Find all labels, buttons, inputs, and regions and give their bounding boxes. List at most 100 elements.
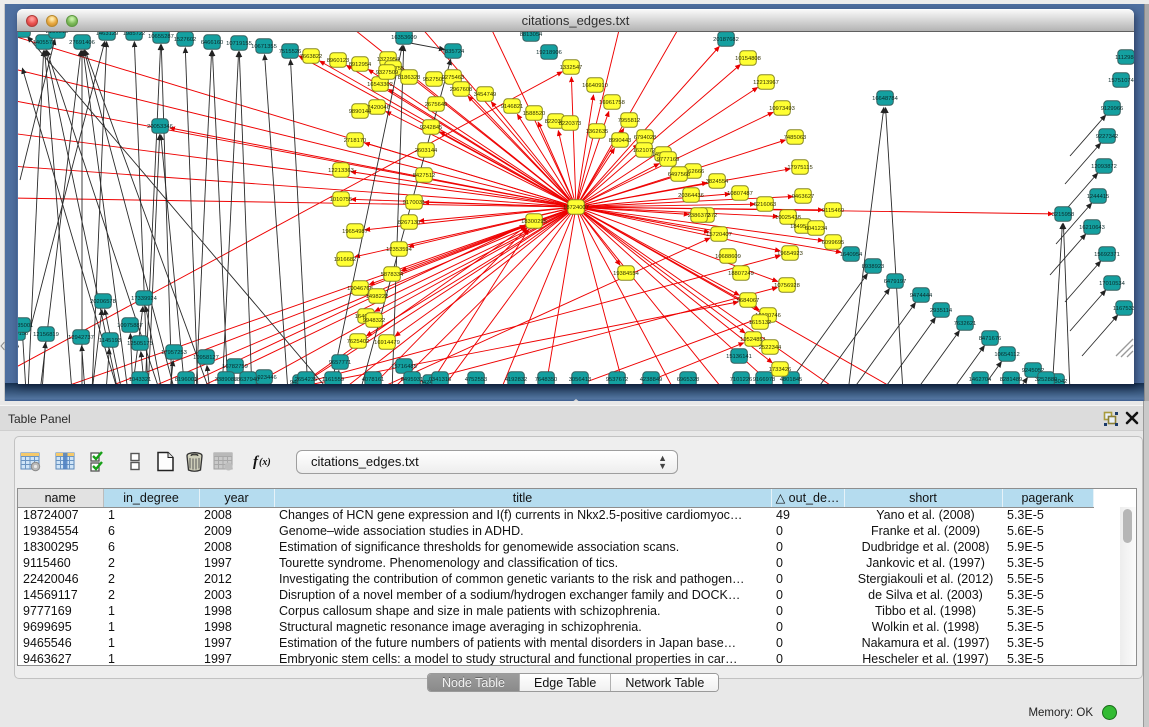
svg-text:1145193: 1145193 xyxy=(99,338,121,344)
svg-text:1405571: 1405571 xyxy=(18,32,33,34)
svg-text:8186328: 8186328 xyxy=(398,75,421,81)
svg-text:8220373: 8220373 xyxy=(559,121,582,127)
svg-text:3454749: 3454749 xyxy=(474,92,497,98)
svg-text:19654987: 19654987 xyxy=(342,229,368,235)
svg-text:1167533: 1167533 xyxy=(1113,306,1134,312)
svg-text:8495931: 8495931 xyxy=(401,377,424,383)
svg-text:20206578: 20206578 xyxy=(90,299,116,305)
svg-text:1535001: 1535001 xyxy=(18,323,33,329)
svg-text:9890144: 9890144 xyxy=(349,109,372,115)
svg-text:9275463: 9275463 xyxy=(442,75,465,81)
svg-text:16353609: 16353609 xyxy=(391,35,417,41)
svg-text:10688609: 10688609 xyxy=(715,254,741,260)
svg-text:9227342: 9227342 xyxy=(1096,134,1119,140)
svg-text:12353594: 12353594 xyxy=(386,247,413,253)
svg-text:10671355: 10671355 xyxy=(251,44,277,50)
svg-text:12093872: 12093872 xyxy=(1091,164,1117,170)
svg-text:16961758: 16961758 xyxy=(599,100,625,106)
svg-text:6965328: 6965328 xyxy=(677,377,700,383)
svg-text:2386372: 2386372 xyxy=(688,213,711,219)
svg-text:1463129: 1463129 xyxy=(96,32,119,37)
svg-text:15136141: 15136141 xyxy=(726,354,752,360)
svg-text:15751074: 15751074 xyxy=(1108,78,1134,84)
svg-text:18724007: 18724007 xyxy=(563,205,589,211)
svg-text:20364436: 20364436 xyxy=(678,193,704,199)
svg-text:4801845: 4801845 xyxy=(780,377,803,383)
svg-text:16782759: 16782759 xyxy=(222,364,248,370)
svg-text:6099695: 6099695 xyxy=(822,240,845,246)
svg-text:6466160: 6466160 xyxy=(201,40,224,46)
svg-text:10756928: 10756928 xyxy=(774,283,800,289)
svg-text:7625402: 7625402 xyxy=(347,339,370,345)
svg-text:8637940: 8637940 xyxy=(237,377,260,383)
svg-text:20053346: 20053346 xyxy=(147,124,173,130)
svg-text:1112984: 1112984 xyxy=(1115,55,1134,61)
svg-text:12213967: 12213967 xyxy=(753,80,779,86)
svg-text:1405571: 1405571 xyxy=(33,40,56,46)
svg-text:19654923: 19654923 xyxy=(777,251,803,257)
svg-text:1615132: 1615132 xyxy=(749,320,772,326)
svg-text:9948322: 9948322 xyxy=(363,318,386,324)
svg-text:8938923: 8938923 xyxy=(862,264,885,270)
svg-text:12213363: 12213363 xyxy=(328,168,354,174)
svg-text:7663822: 7663822 xyxy=(300,54,323,60)
svg-text:3215958: 3215958 xyxy=(1052,212,1075,218)
svg-text:1161559: 1161559 xyxy=(322,377,344,383)
svg-text:1916682: 1916682 xyxy=(334,257,357,263)
svg-text:1462704: 1462704 xyxy=(969,377,992,383)
svg-text:16914479: 16914479 xyxy=(374,340,400,346)
svg-text:6794028: 6794028 xyxy=(634,135,657,141)
svg-text:9474444: 9474444 xyxy=(910,293,933,299)
svg-text:17339924: 17339924 xyxy=(131,296,158,302)
svg-text:2654235: 2654235 xyxy=(295,377,318,383)
svg-text:5878334: 5878334 xyxy=(381,272,404,278)
svg-text:1010755: 1010755 xyxy=(330,197,353,203)
svg-text:1362635: 1362635 xyxy=(586,129,609,135)
svg-text:6216063: 6216063 xyxy=(754,202,777,208)
svg-text:1985722: 1985722 xyxy=(123,32,146,37)
svg-text:8912954: 8912954 xyxy=(349,62,372,68)
svg-text:9242845: 9242845 xyxy=(420,125,443,131)
svg-text:10719155: 10719155 xyxy=(226,41,252,47)
svg-text:8471676: 8471676 xyxy=(979,336,1002,342)
svg-text:6497568: 6497568 xyxy=(668,172,691,178)
svg-text:4078161: 4078161 xyxy=(362,377,385,383)
svg-text:16210643: 16210643 xyxy=(1079,225,1105,231)
svg-text:17957253: 17957253 xyxy=(161,350,187,356)
svg-text:7632621: 7632621 xyxy=(954,321,977,327)
svg-text:15692371: 15692371 xyxy=(1094,252,1120,258)
svg-text:12156819: 12156819 xyxy=(33,332,59,338)
svg-text:7955812: 7955812 xyxy=(618,118,641,124)
svg-text:1498222: 1498222 xyxy=(366,294,389,300)
svg-text:10958127: 10958127 xyxy=(193,355,219,361)
svg-text:7101226: 7101226 xyxy=(730,377,753,383)
svg-text:9777169: 9777169 xyxy=(657,157,680,163)
svg-text:3824554: 3824554 xyxy=(706,179,729,185)
svg-text:9657771: 9657771 xyxy=(329,360,352,366)
svg-text:9166978: 9166978 xyxy=(753,377,776,383)
svg-text:12942737: 12942737 xyxy=(68,335,94,341)
svg-text:16543362: 16543362 xyxy=(367,82,393,88)
svg-text:15716485: 15716485 xyxy=(391,364,417,370)
svg-text:18807249: 18807249 xyxy=(728,271,754,277)
svg-text:8267130: 8267130 xyxy=(398,220,421,226)
svg-text:2967608: 2967608 xyxy=(450,87,473,93)
svg-text:9170031: 9170031 xyxy=(403,200,426,206)
svg-text:10154808: 10154808 xyxy=(735,56,761,62)
svg-text:15720407: 15720407 xyxy=(706,232,732,238)
svg-text:2522344: 2522344 xyxy=(759,345,782,351)
svg-text:10975887: 10975887 xyxy=(117,323,143,329)
svg-text:8281489: 8281489 xyxy=(1000,377,1023,383)
svg-text:9115460: 9115460 xyxy=(822,208,844,214)
svg-text:8427512: 8427512 xyxy=(413,173,436,179)
svg-text:1043321: 1043321 xyxy=(129,377,152,383)
svg-text:1244415: 1244415 xyxy=(1087,194,1110,200)
svg-text:10655287: 10655287 xyxy=(148,34,174,40)
svg-text:9463627: 9463627 xyxy=(792,194,815,200)
svg-text:8960123: 8960123 xyxy=(327,58,350,64)
svg-text:1527602: 1527602 xyxy=(174,37,197,43)
svg-text:10654112: 10654112 xyxy=(994,352,1019,358)
svg-text:1332547: 1332547 xyxy=(560,65,583,71)
svg-text:2718170: 2718170 xyxy=(344,138,367,144)
svg-text:1640954: 1640954 xyxy=(840,252,863,258)
